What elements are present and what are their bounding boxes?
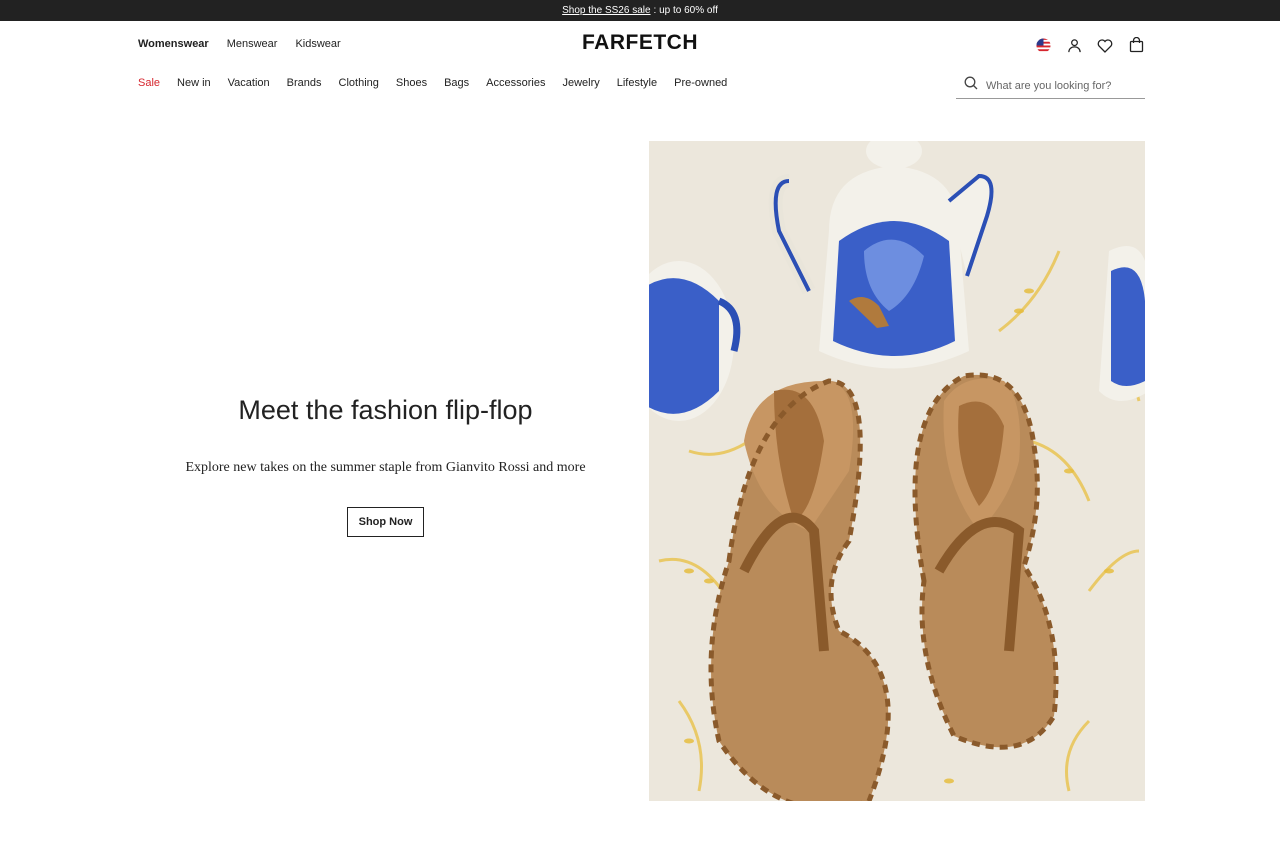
search-input[interactable] <box>986 79 1136 92</box>
nav-item-jewelry[interactable]: Jewelry <box>562 77 599 89</box>
nav-item-lifestyle[interactable]: Lifestyle <box>617 77 657 89</box>
bag-icon[interactable] <box>1127 36 1145 54</box>
us-flag-icon[interactable] <box>1034 36 1052 54</box>
nav-item-new-in[interactable]: New in <box>177 77 211 89</box>
category-nav: Sale New in Vacation Brands Clothing Sho… <box>138 77 727 89</box>
promo-link[interactable]: Shop the SS26 sale <box>562 5 650 16</box>
hero-image[interactable] <box>649 141 1145 801</box>
wishlist-heart-icon[interactable] <box>1096 36 1114 54</box>
nav-item-accessories[interactable]: Accessories <box>486 77 545 89</box>
account-icon[interactable] <box>1065 36 1083 54</box>
promo-bar: Shop the SS26 sale : up to 60% off <box>0 0 1280 21</box>
shop-now-button[interactable]: Shop Now <box>346 507 425 537</box>
search-icon[interactable] <box>964 76 978 95</box>
header-icons <box>1034 36 1145 54</box>
nav-item-vacation[interactable]: Vacation <box>228 77 270 89</box>
nav-item-bags[interactable]: Bags <box>444 77 469 89</box>
hero-title: Meet the fashion flip-flop <box>238 395 533 425</box>
hero-subtitle: Explore new takes on the summer staple f… <box>185 460 586 475</box>
hero-text: Meet the fashion flip-flop Explore new t… <box>138 395 633 537</box>
promo-suffix: : up to 60% off <box>653 5 718 16</box>
site-header: Womenswear Menswear Kidswear FARFETCH Sa… <box>0 21 1280 121</box>
search-bar <box>956 73 1145 99</box>
nav-item-brands[interactable]: Brands <box>287 77 322 89</box>
nav-item-shoes[interactable]: Shoes <box>396 77 427 89</box>
nav-item-sale[interactable]: Sale <box>138 77 160 89</box>
nav-item-pre-owned[interactable]: Pre-owned <box>674 77 727 89</box>
nav-item-clothing[interactable]: Clothing <box>339 77 379 89</box>
